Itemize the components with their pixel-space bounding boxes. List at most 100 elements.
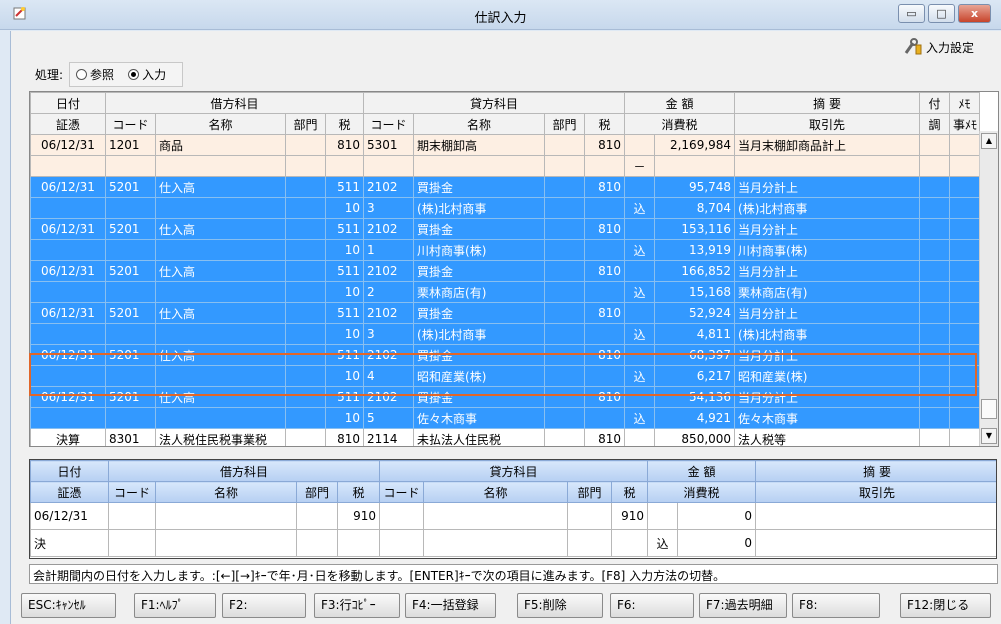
cell-credit-code[interactable]: 2102 — [363, 386, 415, 408]
cell-amount[interactable]: 153,116 — [654, 218, 736, 240]
radio-input[interactable]: 入力 — [128, 66, 166, 83]
cell-debit-code[interactable]: 5201 — [105, 176, 156, 198]
cell-debit-tax[interactable]: 10 — [324, 365, 365, 387]
cell-credit-dept[interactable] — [544, 239, 586, 261]
cell-credit-name[interactable]: (株)北村商事 — [413, 323, 546, 345]
cell-credit-name[interactable]: 期末棚卸高 — [413, 134, 546, 156]
cell-credit-code[interactable]: 2102 — [363, 260, 415, 282]
cell-date[interactable]: 06/12/31 — [30, 218, 106, 240]
entry-row[interactable]: 06/12/31 910 910 0 — [30, 502, 996, 530]
cell-amount[interactable]: 4,811 — [654, 323, 736, 345]
cell-credit-tax[interactable] — [584, 407, 626, 429]
journal-row[interactable]: 06/12/31 5201 仕入高 511 2102 買掛金 810 153,116 当月分計上 — [30, 218, 981, 240]
cell-memo[interactable] — [949, 302, 981, 324]
cell-debit-code[interactable] — [105, 197, 156, 219]
cell-credit-code[interactable]: 4 — [363, 365, 415, 387]
cell-debit-code[interactable] — [105, 281, 156, 303]
entry-field-partner[interactable] — [755, 529, 996, 557]
cell-debit-name[interactable]: 法人税住民税事業税 — [155, 428, 286, 446]
cell-debit-name[interactable]: 仕入高 — [155, 386, 286, 408]
cell-credit-dept[interactable] — [544, 197, 586, 219]
cell-tax-flag[interactable] — [624, 302, 656, 324]
cell-date[interactable] — [30, 407, 106, 429]
entry-row[interactable]: 決 込0 — [30, 529, 996, 557]
cell-credit-tax[interactable] — [584, 281, 626, 303]
entry-field-credit-name[interactable] — [423, 502, 569, 530]
cell-date[interactable]: 06/12/31 — [30, 302, 106, 324]
cell-debit-name[interactable]: 仕入高 — [155, 302, 286, 324]
entry-field-credit-code[interactable] — [379, 529, 425, 557]
entry-field-tax-flag[interactable] — [647, 502, 679, 530]
entry-field-amount[interactable]: 0 — [677, 502, 757, 530]
cell-debit-code[interactable]: 1201 — [105, 134, 156, 156]
cell-debit-tax[interactable] — [324, 155, 365, 177]
cell-debit-dept[interactable] — [285, 134, 326, 156]
cell-tax-flag[interactable] — [624, 176, 656, 198]
cell-memo[interactable] — [949, 197, 981, 219]
cell-debit-name[interactable] — [155, 407, 286, 429]
entry-field-tax-flag[interactable]: 込 — [647, 529, 679, 557]
cell-tax-flag[interactable]: － — [624, 155, 656, 177]
cell-credit-tax[interactable] — [584, 323, 626, 345]
cell-adjust[interactable] — [919, 134, 951, 156]
fkey-button-2[interactable]: F1:ﾍﾙﾌﾟ — [134, 593, 216, 618]
cell-debit-code[interactable] — [105, 365, 156, 387]
cell-debit-code[interactable] — [105, 239, 156, 261]
entry-field-debit-dept[interactable] — [296, 502, 338, 530]
cell-memo[interactable] — [949, 239, 981, 261]
cell-debit-dept[interactable] — [285, 428, 326, 446]
cell-debit-dept[interactable] — [285, 302, 326, 324]
cell-credit-name[interactable]: 買掛金 — [413, 260, 546, 282]
input-settings-button[interactable]: 入力設定 — [903, 37, 974, 57]
fkey-button-5[interactable]: F4:一括登録 — [405, 593, 496, 618]
cell-credit-name[interactable]: 川村商事(株) — [413, 239, 546, 261]
cell-debit-code[interactable]: 5201 — [105, 302, 156, 324]
scroll-up-arrow-icon[interactable]: ▲ — [981, 133, 997, 149]
cell-memo[interactable] — [949, 281, 981, 303]
cell-debit-code[interactable]: 5201 — [105, 260, 156, 282]
cell-credit-name[interactable]: 買掛金 — [413, 176, 546, 198]
cell-credit-code[interactable]: 3 — [363, 197, 415, 219]
cell-credit-dept[interactable] — [544, 428, 586, 446]
cell-amount[interactable]: 68,397 — [654, 344, 736, 366]
cell-debit-tax[interactable]: 511 — [324, 386, 365, 408]
cell-credit-code[interactable]: 2114 — [363, 428, 415, 446]
cell-debit-name[interactable] — [155, 323, 286, 345]
cell-credit-code[interactable]: 3 — [363, 323, 415, 345]
cell-credit-tax[interactable]: 810 — [584, 302, 626, 324]
journal-row[interactable]: 06/12/31 1201 商品 810 5301 期末棚卸高 810 2,169,984 当月… — [30, 134, 981, 156]
cell-credit-tax[interactable]: 810 — [584, 428, 626, 446]
cell-credit-code[interactable] — [363, 155, 415, 177]
cell-debit-name[interactable] — [155, 155, 286, 177]
entry-field-debit-tax[interactable]: 910 — [336, 502, 381, 530]
entry-field-partner[interactable] — [755, 502, 996, 530]
entry-field-date[interactable]: 決 — [30, 529, 109, 557]
journal-row[interactable]: － — [30, 155, 981, 177]
cell-adjust[interactable] — [919, 323, 951, 345]
fkey-button-7[interactable]: F6: — [610, 593, 694, 618]
entry-field-credit-code[interactable] — [379, 502, 425, 530]
cell-summary[interactable]: (株)北村商事 — [734, 197, 921, 219]
cell-credit-name[interactable]: 未払法人住民税 — [413, 428, 546, 446]
cell-credit-code[interactable]: 2102 — [363, 302, 415, 324]
cell-credit-tax[interactable]: 810 — [584, 218, 626, 240]
cell-date[interactable]: 決算 — [30, 428, 106, 446]
cell-credit-tax[interactable]: 810 — [584, 344, 626, 366]
cell-adjust[interactable] — [919, 260, 951, 282]
cell-debit-name[interactable] — [155, 239, 286, 261]
cell-credit-code[interactable]: 5301 — [363, 134, 415, 156]
cell-debit-tax[interactable]: 10 — [324, 323, 365, 345]
scroll-down-arrow-icon[interactable]: ▼ — [981, 428, 997, 444]
cell-debit-tax[interactable]: 10 — [324, 281, 365, 303]
cell-tax-flag[interactable] — [624, 428, 656, 446]
cell-summary[interactable]: 当月分計上 — [734, 344, 921, 366]
cell-amount[interactable]: 54,136 — [654, 386, 736, 408]
cell-summary[interactable]: 川村商事(株) — [734, 239, 921, 261]
entry-field-debit-tax[interactable] — [336, 529, 381, 557]
cell-credit-tax[interactable]: 810 — [584, 386, 626, 408]
entry-field-debit-dept[interactable] — [296, 529, 338, 557]
cell-debit-dept[interactable] — [285, 260, 326, 282]
cell-amount[interactable]: 13,919 — [654, 239, 736, 261]
cell-summary[interactable]: 法人税等 — [734, 428, 921, 446]
cell-date[interactable]: 06/12/31 — [30, 176, 106, 198]
